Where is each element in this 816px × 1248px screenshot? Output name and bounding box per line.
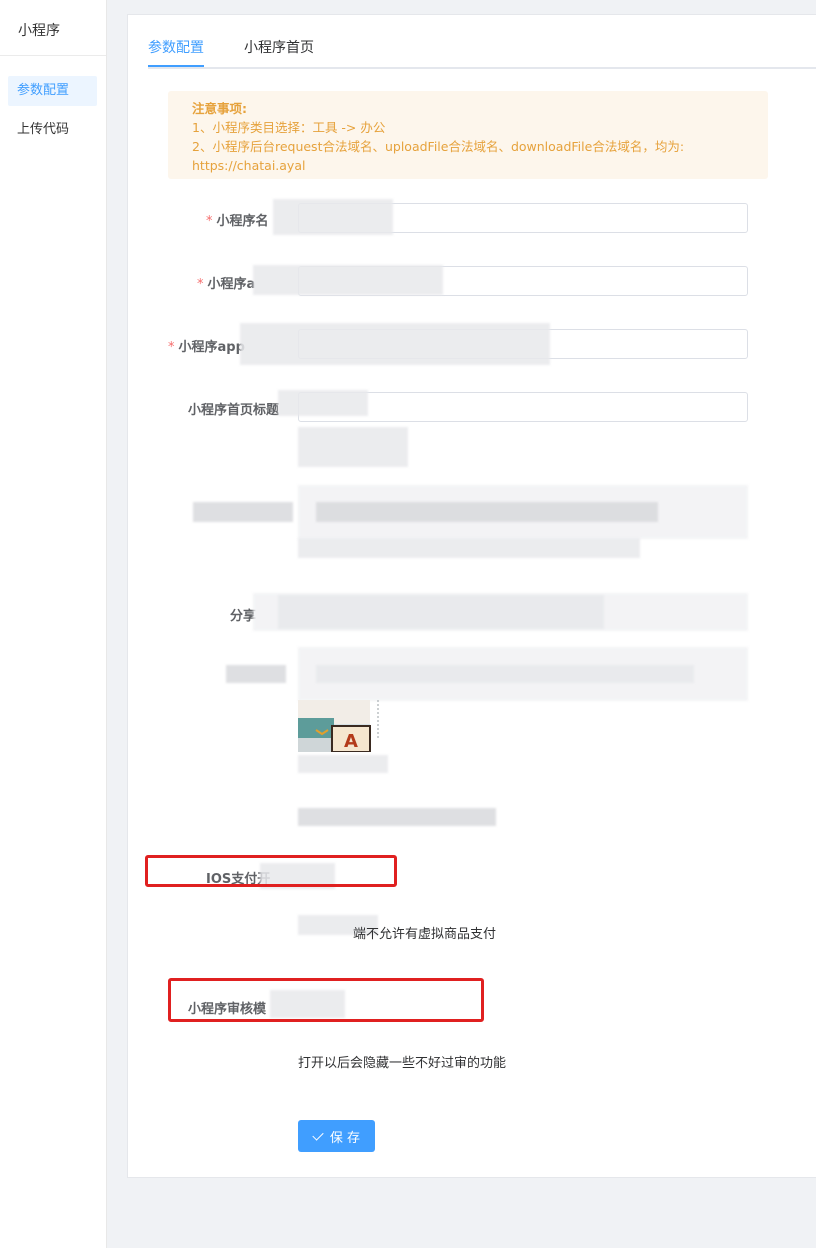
review-mode-hint: 打开以后会隐藏一些不好过审的功能 [298, 1056, 507, 1071]
redaction-blur [240, 323, 550, 365]
redaction-blur [298, 808, 496, 826]
redaction-blur [193, 502, 293, 522]
sidebar-divider [0, 55, 106, 56]
save-button[interactable]: 保 存 [298, 1120, 375, 1152]
highlight-box-review-mode [168, 978, 484, 1022]
redaction-blur [298, 427, 408, 467]
redaction-blur [278, 595, 604, 629]
name-label: * 小程序名 [206, 214, 269, 229]
sidebar-item-params[interactable]: 参数配置 [8, 76, 97, 106]
appsecret-label: * 小程序app [168, 340, 245, 355]
sidebar-title: 小程序 [18, 23, 60, 39]
share-image-icon: A [298, 700, 379, 753]
highlight-box-ios-pay [145, 855, 397, 887]
redaction-blur [316, 665, 694, 683]
redaction-blur [298, 538, 640, 558]
notice-title: 注意事项: [192, 101, 247, 116]
redaction-blur [278, 390, 368, 416]
redaction-blur [226, 665, 286, 683]
sidebar-item-upload-code[interactable]: 上传代码 [8, 115, 97, 145]
redaction-blur [253, 265, 443, 295]
notice-line-2: 2、小程序后台request合法域名、uploadFile合法域名、downlo… [192, 139, 685, 154]
check-icon [312, 1128, 324, 1141]
notice-line-3: https://chatai.ayal [192, 158, 306, 173]
redaction-blur [298, 755, 388, 773]
save-button-label: 保 存 [329, 1130, 361, 1146]
main-panel: 参数配置 小程序首页 注意事项: 1、小程序类目选择：工具 -> 办公 2、小程… [127, 14, 816, 1178]
svg-text:A: A [344, 731, 358, 752]
tab-params[interactable]: 参数配置 [148, 37, 204, 67]
redaction-blur [273, 199, 393, 235]
notice-line-1: 1、小程序类目选择：工具 -> 办公 [192, 120, 386, 135]
tab-bar: 参数配置 小程序首页 [148, 37, 816, 69]
redaction-blur [316, 502, 658, 522]
share-image-thumbnail: A [298, 700, 380, 753]
sidebar: 小程序 参数配置 上传代码 [0, 0, 107, 1248]
ios-pay-hint: 端不允许有虚拟商品支付 [353, 927, 497, 942]
required-mark: * [206, 214, 213, 229]
appid-label: * 小程序a [197, 277, 256, 292]
notice-box: 注意事项: 1、小程序类目选择：工具 -> 办公 2、小程序后台request合… [168, 91, 768, 179]
home-title-label: 小程序首页标题 [188, 403, 280, 418]
tab-home[interactable]: 小程序首页 [244, 37, 314, 65]
